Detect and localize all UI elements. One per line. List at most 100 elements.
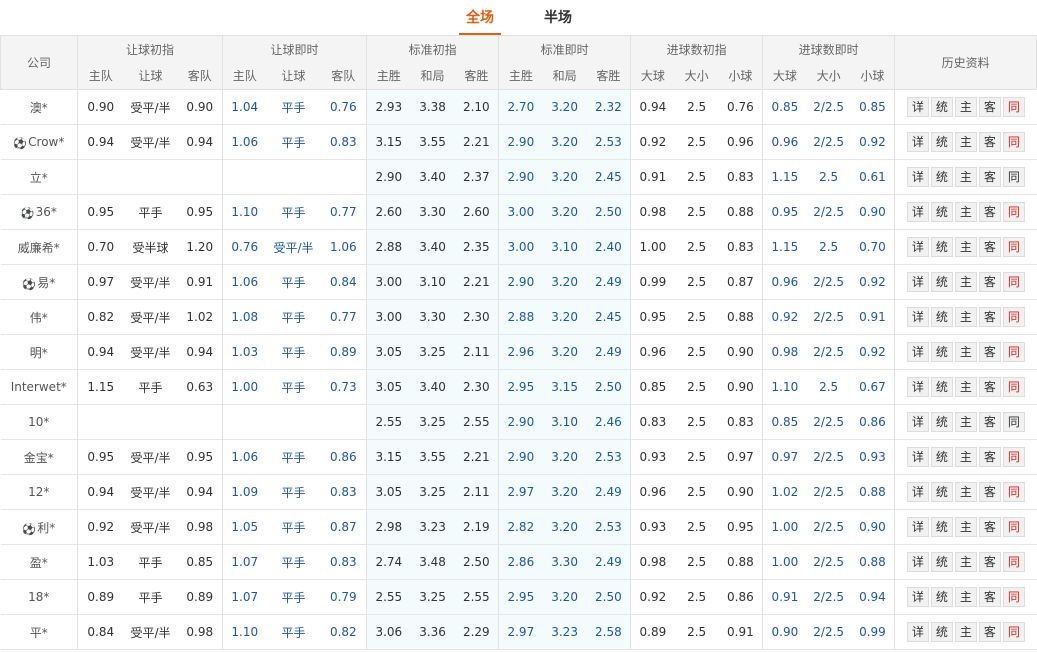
company-name[interactable]: ⚽易* — [0, 264, 78, 300]
stats-button[interactable]: 统 — [930, 622, 953, 642]
away-button[interactable]: 客 — [978, 307, 1001, 327]
same-button[interactable]: 同 — [1002, 622, 1025, 642]
company-name[interactable]: 盈* — [0, 544, 78, 580]
home-button[interactable]: 主 — [954, 587, 977, 607]
detail-button[interactable]: 详 — [906, 447, 929, 467]
stats-button[interactable]: 统 — [930, 412, 953, 432]
company-name[interactable]: 平* — [0, 614, 78, 650]
same-button[interactable]: 同 — [1002, 412, 1025, 432]
detail-button[interactable]: 详 — [906, 237, 929, 257]
same-button[interactable]: 同 — [1002, 517, 1025, 537]
detail-button[interactable]: 详 — [906, 552, 929, 572]
home-button[interactable]: 主 — [954, 447, 977, 467]
home-button[interactable]: 主 — [954, 482, 977, 502]
detail-button[interactable]: 详 — [906, 202, 929, 222]
away-button[interactable]: 客 — [978, 342, 1001, 362]
company-name[interactable]: 明* — [0, 334, 78, 370]
same-button[interactable]: 同 — [1002, 482, 1025, 502]
stats-button[interactable]: 统 — [930, 482, 953, 502]
stats-button[interactable]: 统 — [930, 132, 953, 152]
same-button[interactable]: 同 — [1002, 552, 1025, 572]
stats-button[interactable]: 统 — [930, 342, 953, 362]
company-name[interactable]: ⚽36* — [0, 194, 78, 230]
away-button[interactable]: 客 — [978, 412, 1001, 432]
odds-cell: 1.04 — [222, 89, 267, 125]
away-button[interactable]: 客 — [978, 377, 1001, 397]
detail-button[interactable]: 详 — [906, 272, 929, 292]
company-name[interactable]: 12* — [0, 474, 78, 510]
away-button[interactable]: 客 — [978, 272, 1001, 292]
stats-button[interactable]: 统 — [930, 237, 953, 257]
detail-button[interactable]: 详 — [906, 622, 929, 642]
detail-button[interactable]: 详 — [906, 307, 929, 327]
odds-cell: 0.83 — [320, 544, 367, 580]
away-button[interactable]: 客 — [978, 167, 1001, 187]
tab-half-match[interactable]: 半场 — [537, 9, 579, 33]
detail-button[interactable]: 详 — [906, 377, 929, 397]
away-button[interactable]: 客 — [978, 97, 1001, 117]
company-name[interactable]: 伟* — [0, 299, 78, 335]
away-button[interactable]: 客 — [978, 237, 1001, 257]
away-button[interactable]: 客 — [978, 622, 1001, 642]
same-button[interactable]: 同 — [1002, 342, 1025, 362]
home-button[interactable]: 主 — [954, 237, 977, 257]
home-button[interactable]: 主 — [954, 307, 977, 327]
same-button[interactable]: 同 — [1002, 587, 1025, 607]
home-button[interactable]: 主 — [954, 272, 977, 292]
home-button[interactable]: 主 — [954, 622, 977, 642]
stats-button[interactable]: 统 — [930, 447, 953, 467]
stats-button[interactable]: 统 — [930, 307, 953, 327]
detail-button[interactable]: 详 — [906, 97, 929, 117]
home-button[interactable]: 主 — [954, 342, 977, 362]
stats-button[interactable]: 统 — [930, 587, 953, 607]
stats-button[interactable]: 统 — [930, 202, 953, 222]
detail-button[interactable]: 详 — [906, 167, 929, 187]
home-button[interactable]: 主 — [954, 377, 977, 397]
away-button[interactable]: 客 — [978, 132, 1001, 152]
detail-button[interactable]: 详 — [906, 517, 929, 537]
company-name[interactable]: 立* — [0, 159, 78, 195]
home-button[interactable]: 主 — [954, 97, 977, 117]
away-button[interactable]: 客 — [978, 202, 1001, 222]
same-button[interactable]: 同 — [1002, 202, 1025, 222]
detail-button[interactable]: 详 — [906, 132, 929, 152]
stats-button[interactable]: 统 — [930, 552, 953, 572]
home-button[interactable]: 主 — [954, 167, 977, 187]
company-name[interactable]: 金宝* — [0, 439, 78, 475]
same-button[interactable]: 同 — [1002, 167, 1025, 187]
home-button[interactable]: 主 — [954, 517, 977, 537]
away-button[interactable]: 客 — [978, 587, 1001, 607]
same-button[interactable]: 同 — [1002, 307, 1025, 327]
company-name[interactable]: Interwet* — [0, 369, 78, 405]
same-button[interactable]: 同 — [1002, 377, 1025, 397]
away-button[interactable]: 客 — [978, 517, 1001, 537]
detail-button[interactable]: 详 — [906, 342, 929, 362]
same-button[interactable]: 同 — [1002, 97, 1025, 117]
tab-full-match[interactable]: 全场 — [459, 9, 501, 35]
company-name[interactable]: 威廉希* — [0, 229, 78, 265]
company-name[interactable]: 18* — [0, 579, 78, 615]
detail-button[interactable]: 详 — [906, 587, 929, 607]
home-button[interactable]: 主 — [954, 202, 977, 222]
away-button[interactable]: 客 — [978, 447, 1001, 467]
away-button[interactable]: 客 — [978, 482, 1001, 502]
away-button[interactable]: 客 — [978, 552, 1001, 572]
same-button[interactable]: 同 — [1002, 447, 1025, 467]
same-button[interactable]: 同 — [1002, 132, 1025, 152]
stats-button[interactable]: 统 — [930, 377, 953, 397]
home-button[interactable]: 主 — [954, 132, 977, 152]
stats-button[interactable]: 统 — [930, 272, 953, 292]
detail-button[interactable]: 详 — [906, 412, 929, 432]
company-name[interactable]: 10* — [0, 404, 78, 440]
detail-button[interactable]: 详 — [906, 482, 929, 502]
stats-button[interactable]: 统 — [930, 97, 953, 117]
company-name[interactable]: 澳* — [0, 89, 78, 125]
home-button[interactable]: 主 — [954, 412, 977, 432]
company-name[interactable]: ⚽利* — [0, 509, 78, 545]
stats-button[interactable]: 统 — [930, 167, 953, 187]
same-button[interactable]: 同 — [1002, 272, 1025, 292]
home-button[interactable]: 主 — [954, 552, 977, 572]
company-name[interactable]: ⚽Crow* — [0, 124, 78, 160]
stats-button[interactable]: 统 — [930, 517, 953, 537]
same-button[interactable]: 同 — [1002, 237, 1025, 257]
